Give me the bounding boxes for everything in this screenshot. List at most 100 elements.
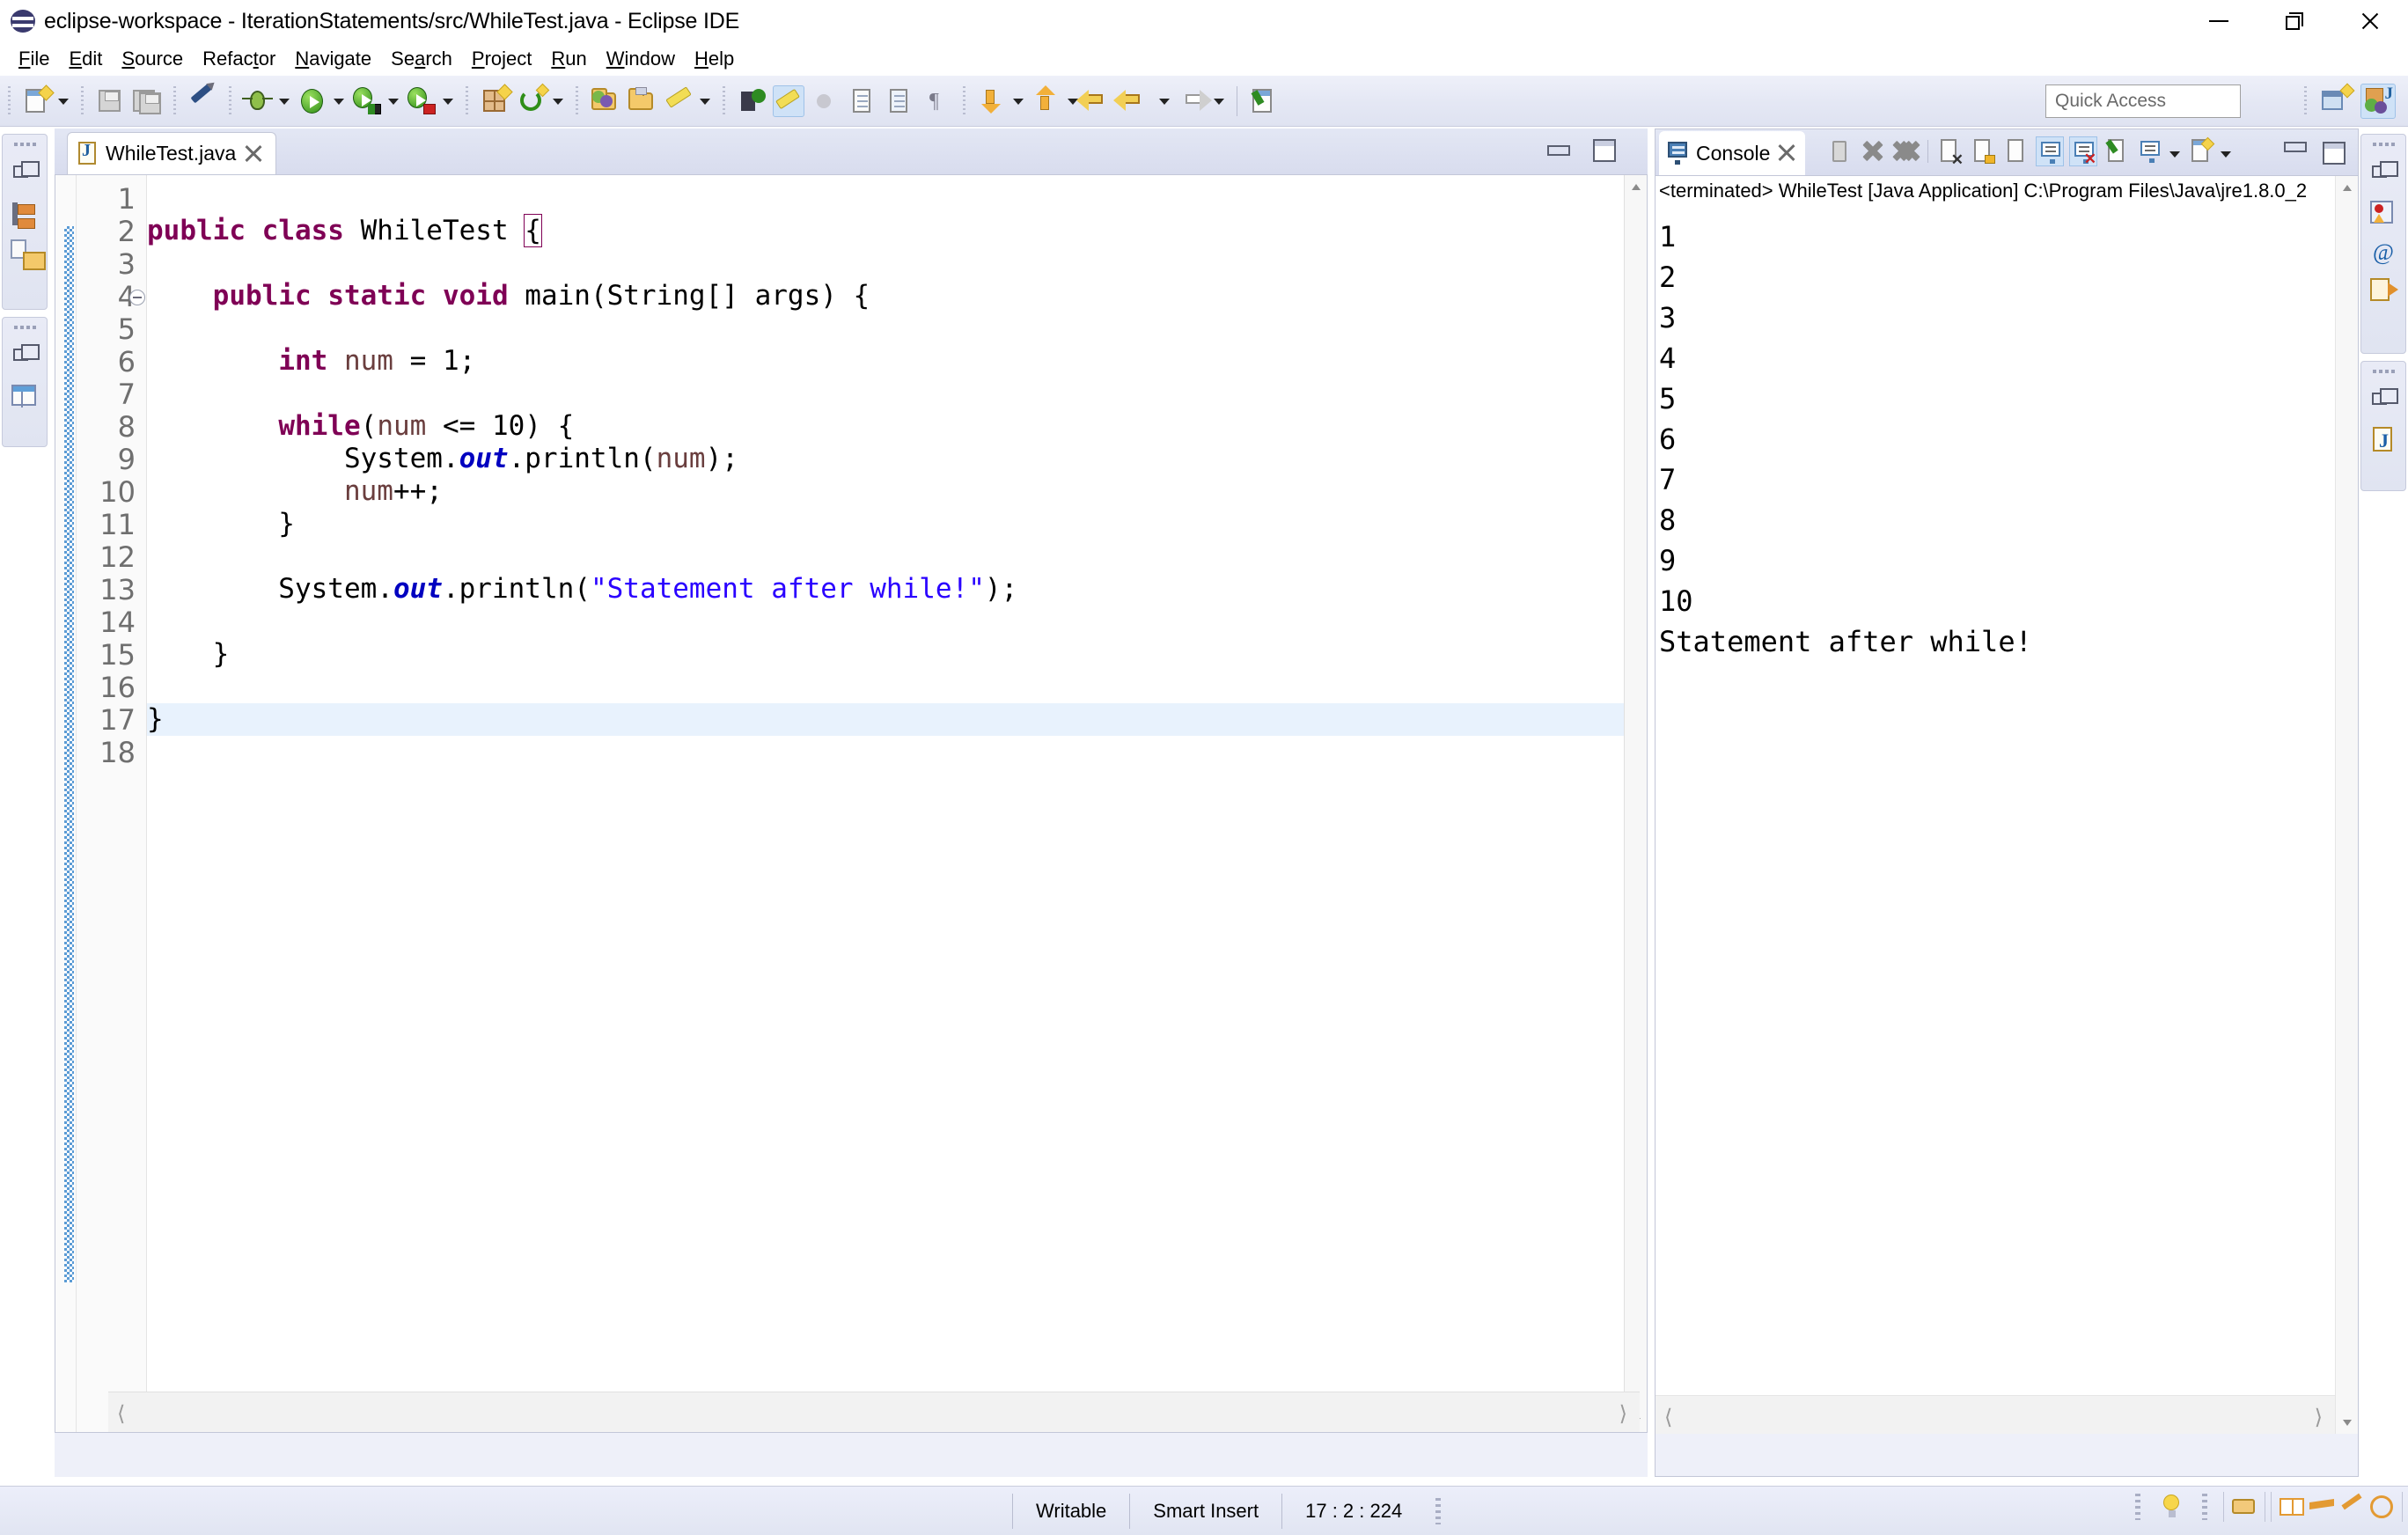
menu-item-edit[interactable]: Edit — [59, 46, 112, 72]
code-line[interactable] — [147, 182, 1624, 215]
seal-icon[interactable] — [2367, 1492, 2397, 1522]
run-last-tool-dropdown[interactable] — [440, 85, 454, 117]
code-line[interactable]: num++; — [147, 475, 1624, 508]
restore-icon[interactable] — [2366, 385, 2401, 420]
new-editor-icon[interactable] — [1248, 85, 1280, 117]
scroll-up-icon[interactable] — [1625, 175, 1648, 198]
code-line[interactable]: } — [147, 703, 1624, 736]
code-line[interactable] — [147, 606, 1624, 638]
code-line[interactable] — [147, 671, 1624, 703]
code-line[interactable]: public static void main(String[] args) { — [147, 280, 1624, 312]
display-selected-console-icon[interactable] — [2136, 136, 2164, 166]
menu-item-file[interactable]: File — [9, 46, 59, 72]
menu-item-project[interactable]: Project — [462, 46, 541, 72]
save-icon[interactable] — [94, 85, 126, 117]
run-last-tool-icon[interactable] — [406, 85, 437, 117]
scroll-lock-icon[interactable] — [1969, 136, 1997, 166]
display-console-dropdown[interactable] — [2167, 138, 2181, 165]
back-to-last-edit-icon[interactable] — [1076, 85, 1117, 117]
terminate-icon[interactable] — [1825, 136, 1854, 166]
remove-launch-icon[interactable] — [1859, 136, 1887, 166]
forward-icon[interactable] — [1177, 85, 1212, 117]
editor-code-area[interactable]: public class WhileTest { public static v… — [147, 175, 1624, 1432]
next-edit-dropdown[interactable] — [1010, 85, 1024, 117]
drag-handle-dots[interactable] — [3, 318, 47, 337]
new-java-package-icon[interactable] — [479, 83, 513, 117]
new-wizard-dropdown[interactable] — [55, 85, 70, 117]
console-vertical-scrollbar[interactable] — [2335, 176, 2358, 1434]
menu-item-source[interactable]: Source — [112, 46, 193, 72]
restore-icon[interactable] — [2366, 158, 2401, 193]
drag-handle-dots[interactable] — [2361, 135, 2405, 154]
debug-icon[interactable] — [242, 85, 274, 117]
marker-dropdown[interactable] — [697, 85, 711, 117]
maximize-button[interactable] — [2257, 0, 2332, 42]
editor-vertical-scrollbar[interactable] — [1624, 175, 1647, 1432]
minimize-view-icon[interactable] — [1547, 145, 1570, 156]
open-task-icon[interactable] — [626, 85, 657, 117]
clear-console-icon[interactable]: ✕ — [1935, 136, 1964, 167]
back-icon[interactable] — [1113, 85, 1154, 117]
previous-annotation-icon[interactable] — [884, 85, 915, 117]
scroll-right-icon[interactable]: ⟩ — [1619, 1401, 1627, 1427]
code-line[interactable]: while(num <= 10) { — [147, 410, 1624, 443]
java-perspective-icon[interactable]: J — [2360, 84, 2396, 119]
show-whitespace-icon[interactable]: ¶ — [921, 85, 952, 117]
minimize-button[interactable] — [2181, 0, 2257, 42]
console-body[interactable]: <terminated> WhileTest [Java Application… — [1656, 175, 2358, 1434]
package-explorer-icon[interactable] — [7, 196, 42, 231]
no-edit-icon[interactable] — [187, 83, 218, 117]
editor-body[interactable]: 1 2 3 4 5 6 7 8 9 10 11 12 13 14 15 16 17 18 public class… — [55, 174, 1648, 1433]
code-line[interactable] — [147, 312, 1624, 345]
menu-item-run[interactable]: Run — [541, 46, 596, 72]
run-icon[interactable] — [297, 85, 328, 117]
code-line[interactable] — [147, 378, 1624, 410]
forward-dropdown[interactable] — [1211, 85, 1225, 117]
restore-icon[interactable] — [7, 158, 42, 193]
close-button[interactable] — [2332, 0, 2408, 42]
code-line[interactable]: } — [147, 638, 1624, 671]
open-perspective-icon[interactable] — [2318, 83, 2355, 119]
menu-item-refactor[interactable]: Refactor — [193, 46, 285, 72]
console-output[interactable]: 1 2 3 4 5 6 7 8 9 10 Statement after while! — [1659, 217, 2335, 1393]
restore-icon[interactable] — [7, 341, 42, 376]
back-dropdown[interactable] — [1156, 85, 1171, 117]
scroll-left-icon[interactable]: ⟨ — [117, 1401, 125, 1427]
book-icon[interactable] — [2277, 1492, 2307, 1522]
menu-item-help[interactable]: Help — [685, 46, 744, 72]
problems-view-icon[interactable] — [2366, 196, 2401, 231]
quick-fix-bulb-icon[interactable] — [2156, 1492, 2186, 1522]
scroll-left-icon[interactable]: ⟨ — [1664, 1405, 1672, 1430]
maximize-view-icon[interactable] — [1593, 139, 1616, 162]
declaration-icon[interactable] — [2366, 274, 2401, 309]
remove-all-terminated-icon[interactable] — [1892, 136, 1920, 166]
console-horizontal-scrollbar[interactable]: ⟨ ⟩ — [1656, 1395, 2335, 1434]
marker-icon[interactable] — [663, 85, 694, 117]
code-line[interactable] — [147, 736, 1624, 768]
new-class-dropdown[interactable] — [550, 85, 564, 117]
drag-handle-dots[interactable] — [3, 135, 47, 154]
run-dropdown[interactable] — [331, 85, 345, 117]
fold-collapse-icon[interactable] — [129, 290, 145, 305]
menu-item-search[interactable]: Search — [381, 46, 462, 72]
quick-access-input[interactable]: Quick Access — [2045, 84, 2241, 118]
wand-icon[interactable] — [2337, 1492, 2367, 1522]
code-line[interactable]: System.out.println(num); — [147, 443, 1624, 475]
editor-horizontal-scrollbar[interactable]: ⟨ ⟩ — [108, 1392, 1640, 1432]
close-icon[interactable] — [1777, 143, 1796, 163]
navigator-icon[interactable] — [7, 235, 46, 270]
code-line[interactable]: System.out.println("Statement after whil… — [147, 573, 1624, 606]
javadoc-icon[interactable]: @ — [2366, 235, 2401, 270]
drag-view-icon[interactable] — [2229, 1492, 2259, 1522]
debug-dropdown[interactable] — [276, 85, 290, 117]
console-tab[interactable]: Console — [1659, 131, 1806, 175]
new-java-class-icon[interactable] — [516, 83, 550, 117]
search-icon[interactable] — [736, 85, 767, 117]
graduation-cap-icon[interactable] — [2307, 1492, 2337, 1522]
previous-edit-icon[interactable] — [1031, 84, 1062, 117]
show-console-on-output-icon[interactable] — [2036, 136, 2064, 166]
code-line[interactable]: public class WhileTest { — [147, 214, 1624, 247]
code-line[interactable]: int num = 1; — [147, 345, 1624, 378]
scroll-right-icon[interactable]: ⟩ — [2315, 1405, 2323, 1430]
minimize-view-icon[interactable] — [2284, 142, 2307, 152]
